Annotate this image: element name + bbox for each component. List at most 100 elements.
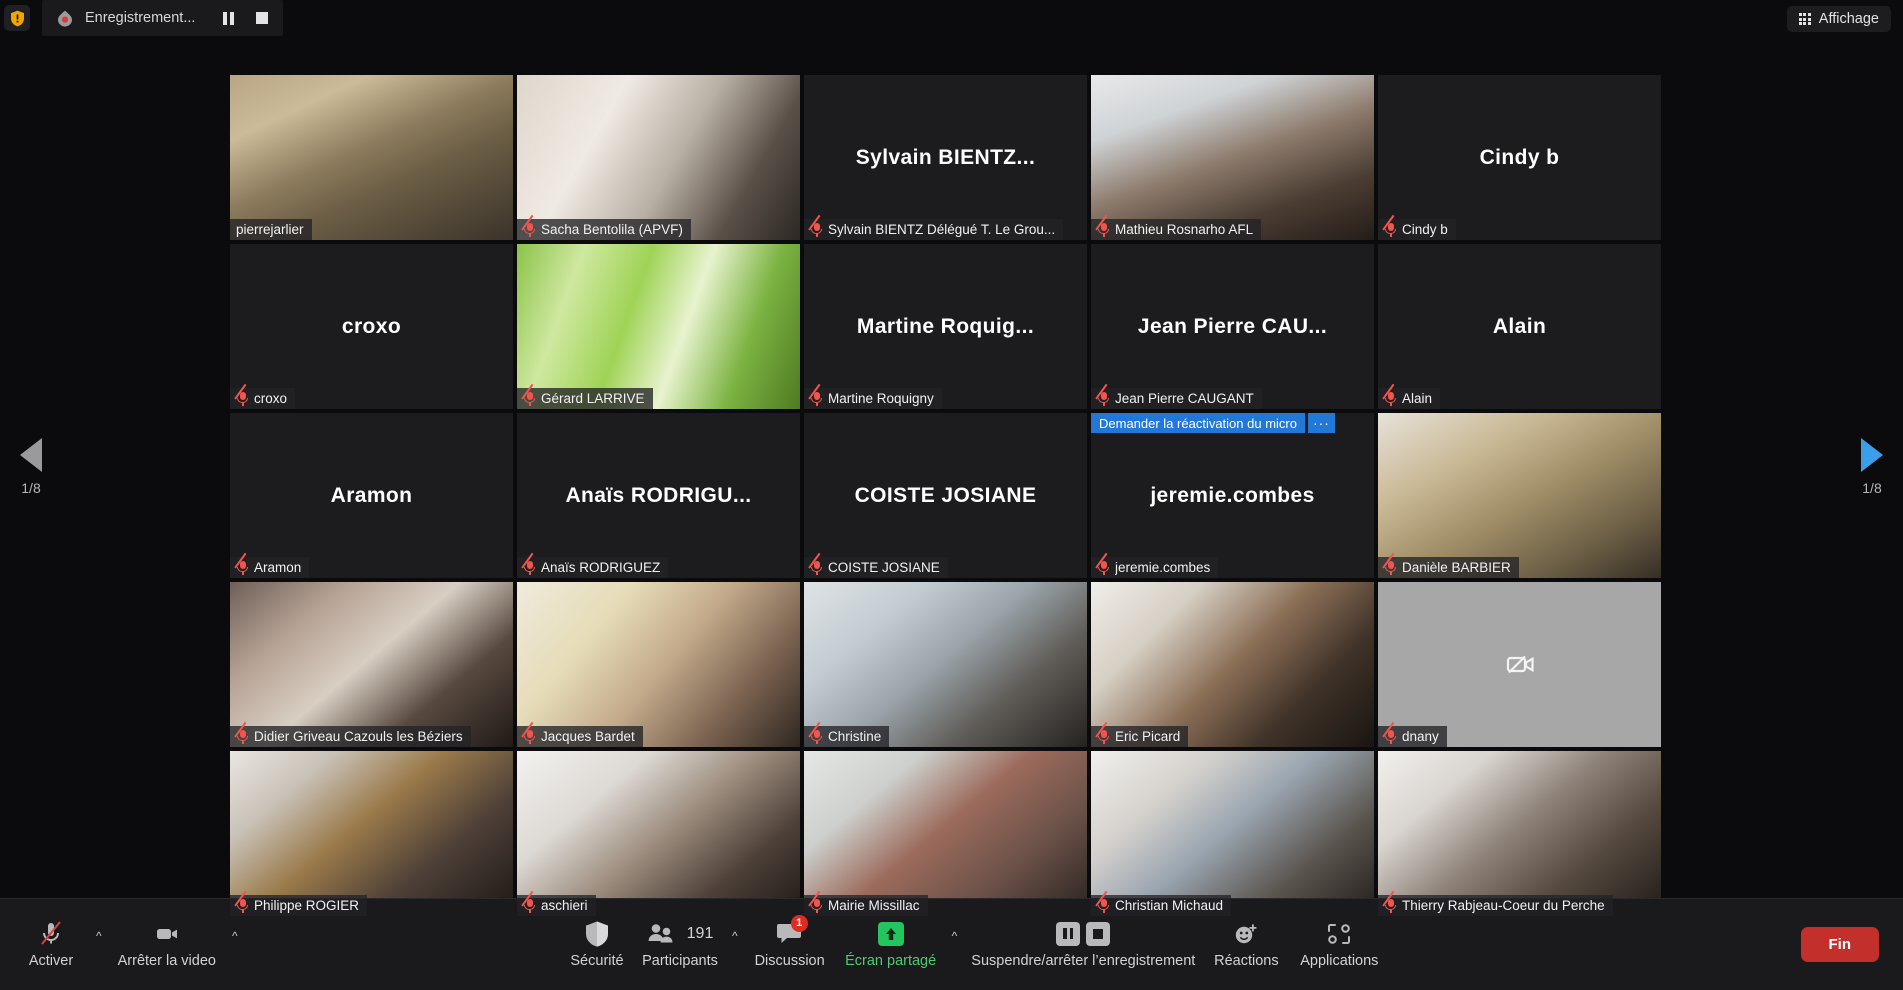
participants-label: Participants xyxy=(642,952,718,969)
participant-name-card: Christine xyxy=(804,721,890,747)
share-screen-button[interactable]: Écran partagé xyxy=(836,913,946,977)
chevron-left-icon xyxy=(20,438,42,472)
share-screen-label: Écran partagé xyxy=(845,952,937,969)
pause-icon[interactable] xyxy=(1056,921,1081,946)
participant-tile[interactable]: Christian Michaud xyxy=(1091,751,1374,916)
participant-name: dnany xyxy=(1402,729,1439,744)
pause-stop-recording-button[interactable]: Suspendre/arrêter l’enregistrement xyxy=(963,913,1203,977)
view-button-label: Affichage xyxy=(1818,11,1879,27)
participant-tile[interactable]: Sacha Bentolila (APVF) xyxy=(517,75,800,240)
tile-more-options-button[interactable]: ··· xyxy=(1307,413,1335,433)
participant-name: Mairie Missillac xyxy=(828,898,920,913)
participant-tile[interactable]: COISTE JOSIANE COISTE JOSIANE xyxy=(804,413,1087,578)
participant-name: Cindy b xyxy=(1402,222,1448,237)
participant-tile[interactable]: croxo croxo xyxy=(230,244,513,409)
share-options-chevron-up-icon[interactable]: ^ xyxy=(946,929,964,943)
participant-placeholder-name: Alain xyxy=(1492,314,1547,338)
microphone-muted-icon xyxy=(521,890,536,913)
zoom-meeting-window: Enregistrement... Affichage 1/8 1/8 pier… xyxy=(0,0,1903,990)
reactions-button[interactable]: Réactions xyxy=(1203,913,1289,977)
participant-tile[interactable]: Jacques Bardet xyxy=(517,582,800,747)
participant-tile[interactable]: Sylvain BIENTZ... Sylvain BIENTZ Délégué … xyxy=(804,75,1087,240)
participant-tile[interactable]: dnany xyxy=(1378,582,1661,747)
request-unmute-button[interactable]: Demander la réactivation du micro xyxy=(1091,413,1305,433)
apps-label: Applications xyxy=(1300,952,1379,969)
participant-tile[interactable]: jeremie.combes Demander la réactivation d… xyxy=(1091,413,1374,578)
apps-icon xyxy=(1325,917,1353,951)
participant-tile[interactable]: Anaïs RODRIGU... Anaïs RODRIGUEZ xyxy=(517,413,800,578)
participant-video xyxy=(1091,75,1374,240)
participant-name-card: Jean Pierre CAUGANT xyxy=(1091,383,1262,409)
participant-name: Christine xyxy=(828,729,882,744)
previous-page-button[interactable]: 1/8 xyxy=(0,36,62,898)
prev-page-indicator: 1/8 xyxy=(21,480,41,496)
microphone-muted-icon xyxy=(808,214,823,237)
video-toggle-button[interactable]: Arrêter la video xyxy=(110,913,224,977)
participant-name-card: Didier Griveau Cazouls les Béziers xyxy=(230,721,471,747)
microphone-muted-icon xyxy=(234,552,249,575)
participant-tile[interactable]: pierrejarlier xyxy=(230,75,513,240)
video-gallery: 1/8 1/8 pierrejarlier Sacha Bentolila (AP… xyxy=(0,36,1903,916)
participant-tile[interactable]: Gérard LARRIVE xyxy=(517,244,800,409)
participant-tile[interactable]: Christine xyxy=(804,582,1087,747)
participant-tile[interactable]: Aramon Aramon xyxy=(230,413,513,578)
participant-video xyxy=(517,751,800,916)
pause-recording-button[interactable] xyxy=(211,0,245,36)
participant-placeholder-name: croxo xyxy=(341,314,402,338)
recording-controls-label: Suspendre/arrêter l’enregistrement xyxy=(971,952,1196,969)
view-button[interactable]: Affichage xyxy=(1786,6,1891,32)
participant-placeholder-name: Cindy b xyxy=(1479,145,1560,169)
participant-tile[interactable]: Eric Picard xyxy=(1091,582,1374,747)
audio-options-chevron-up-icon[interactable]: ^ xyxy=(90,929,108,943)
participant-tile[interactable]: Jean Pierre CAU... Jean Pierre CAUGANT xyxy=(1091,244,1374,409)
participant-name-card: Cindy b xyxy=(1378,214,1456,240)
participant-name: Sylvain BIENTZ Délégué T. Le Grou... xyxy=(828,222,1056,237)
participant-tile[interactable]: Thierry Rabjeau-Coeur du Perche xyxy=(1378,751,1661,916)
participant-tile[interactable]: Didier Griveau Cazouls les Béziers xyxy=(230,582,513,747)
participants-button[interactable]: 191 Participants xyxy=(634,913,726,977)
participant-placeholder-name: COISTE JOSIANE xyxy=(854,483,1037,507)
next-page-button[interactable]: 1/8 xyxy=(1841,36,1903,898)
recording-label: Enregistrement... xyxy=(85,10,196,26)
stop-recording-button[interactable] xyxy=(245,0,279,36)
participant-name-card: Aramon xyxy=(230,552,310,578)
participant-tile[interactable]: Philippe ROGIER xyxy=(230,751,513,916)
security-button[interactable]: Sécurité xyxy=(560,913,634,977)
participant-tile[interactable]: Mathieu Rosnarho AFL xyxy=(1091,75,1374,240)
microphone-muted-icon xyxy=(234,383,249,406)
participant-name: Eric Picard xyxy=(1115,729,1181,744)
microphone-muted-icon xyxy=(234,890,249,913)
participant-tile[interactable]: Mairie Missillac xyxy=(804,751,1087,916)
participant-tile[interactable]: Alain Alain xyxy=(1378,244,1661,409)
participant-name-card: Christian Michaud xyxy=(1091,890,1232,916)
participant-name: pierrejarlier xyxy=(236,222,304,237)
chat-label: Discussion xyxy=(754,952,825,969)
participant-tile[interactable]: Danièle BARBIER xyxy=(1378,413,1661,578)
video-options-chevron-up-icon[interactable]: ^ xyxy=(226,929,244,943)
chat-unread-badge: 1 xyxy=(790,914,808,932)
participants-options-chevron-up-icon[interactable]: ^ xyxy=(726,929,744,943)
participant-name-card: Danièle BARBIER xyxy=(1378,552,1519,578)
apps-button[interactable]: Applications xyxy=(1289,913,1389,977)
next-page-indicator: 1/8 xyxy=(1862,480,1882,496)
participant-name: Thierry Rabjeau-Coeur du Perche xyxy=(1402,898,1605,913)
participant-video xyxy=(517,244,800,409)
participant-placeholder-name: jeremie.combes xyxy=(1150,483,1315,507)
participant-tile[interactable]: aschieri xyxy=(517,751,800,916)
participant-name-card: Mairie Missillac xyxy=(804,890,928,916)
end-meeting-button[interactable]: Fin xyxy=(1800,927,1879,962)
microphone-muted-icon xyxy=(36,917,66,951)
participant-tile[interactable]: Martine Roquig... Martine Roquigny xyxy=(804,244,1087,409)
participant-name: Christian Michaud xyxy=(1115,898,1224,913)
camera-icon xyxy=(152,917,182,951)
chat-button[interactable]: 1 Discussion xyxy=(744,913,836,977)
stop-icon[interactable] xyxy=(1086,921,1111,946)
participant-video xyxy=(1091,751,1374,916)
participant-tile[interactable]: Cindy b Cindy b xyxy=(1378,75,1661,240)
chat-bubble-icon: 1 xyxy=(776,914,808,951)
grid-view-icon xyxy=(1798,13,1811,25)
participant-video xyxy=(230,751,513,916)
microphone-muted-icon xyxy=(808,552,823,575)
mute-toggle-button[interactable]: Activer xyxy=(14,913,88,977)
security-shield-indicator[interactable] xyxy=(4,5,30,31)
